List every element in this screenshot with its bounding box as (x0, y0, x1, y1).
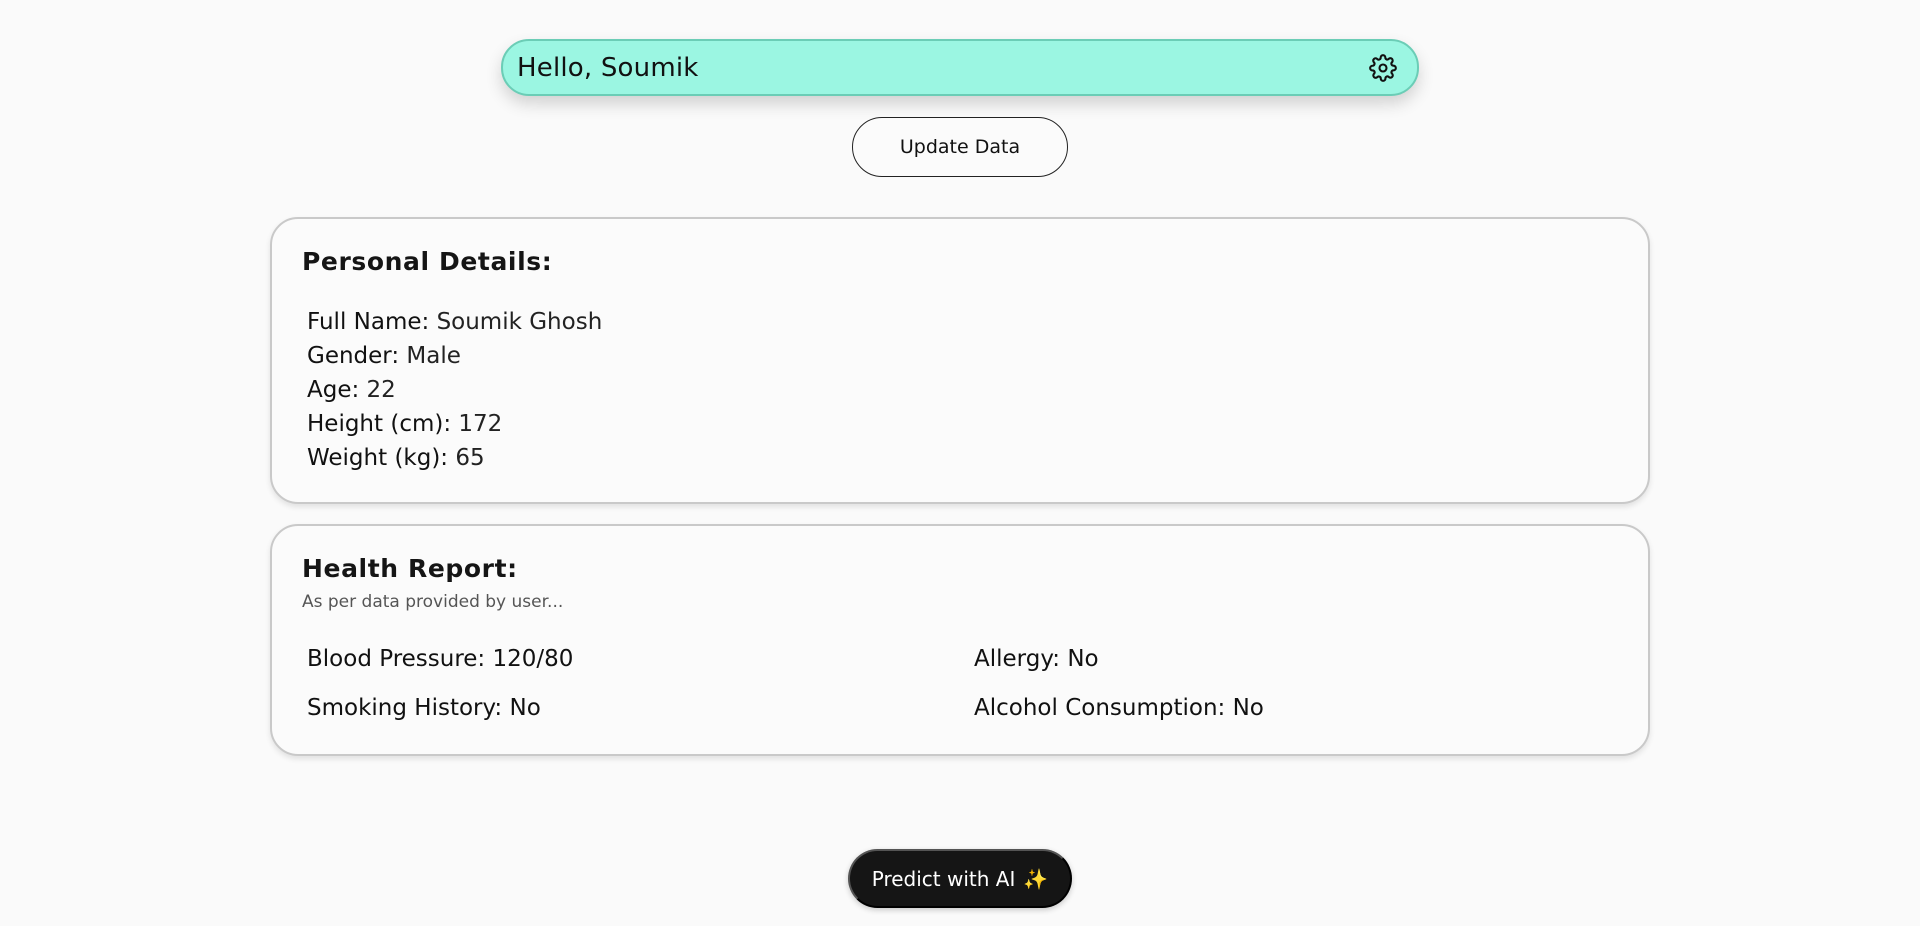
detail-label: Full Name: (307, 309, 430, 335)
health-value: No (509, 695, 541, 721)
health-report-card: Health Report: As per data provided by u… (270, 524, 1650, 756)
detail-gender: Gender: Male (307, 339, 602, 373)
detail-label: Gender: (307, 343, 400, 369)
health-value: No (1067, 646, 1099, 672)
detail-value: 22 (366, 377, 396, 403)
greeting-bar: Hello, Soumik (501, 39, 1419, 96)
page: Hello, Soumik Update Data Personal Detai… (0, 0, 1920, 926)
health-item-blood-pressure: Blood Pressure: 120/80 (307, 646, 573, 672)
detail-value: 65 (455, 445, 485, 471)
detail-full-name: Full Name: Soumik Ghosh (307, 305, 602, 339)
health-label: Allergy: (974, 646, 1061, 672)
health-value: 120/80 (492, 646, 574, 672)
health-label: Alcohol Consumption: (974, 695, 1226, 721)
detail-age: Age: 22 (307, 373, 602, 407)
personal-details-card: Personal Details: Full Name: Soumik Ghos… (270, 217, 1650, 504)
health-item-allergy: Allergy: No (974, 646, 1099, 672)
health-label: Blood Pressure: (307, 646, 486, 672)
personal-details-list: Full Name: Soumik Ghosh Gender: Male Age… (307, 305, 602, 475)
health-item-smoking-history: Smoking History: No (307, 695, 541, 721)
gear-icon[interactable] (1367, 52, 1399, 84)
health-value: No (1232, 695, 1264, 721)
detail-value: Soumik Ghosh (436, 309, 603, 335)
detail-value: Male (406, 343, 461, 369)
detail-weight: Weight (kg): 65 (307, 441, 602, 475)
predict-label: Predict with AI (871, 866, 1016, 891)
health-report-subtitle: As per data provided by user... (302, 592, 564, 612)
detail-height: Height (cm): 172 (307, 407, 602, 441)
detail-label: Weight (kg): (307, 445, 449, 471)
health-item-alcohol-consumption: Alcohol Consumption: No (974, 695, 1264, 721)
update-data-button[interactable]: Update Data (852, 117, 1068, 177)
detail-label: Height (cm): (307, 411, 452, 437)
health-label: Smoking History: (307, 695, 503, 721)
personal-details-title: Personal Details: (302, 247, 553, 276)
health-report-title: Health Report: (302, 554, 518, 583)
greeting-text: Hello, Soumik (517, 52, 699, 83)
detail-value: 172 (458, 411, 503, 437)
predict-with-ai-button[interactable]: Predict with AI ✨ (848, 849, 1072, 908)
sparkles-icon: ✨ (1023, 866, 1049, 891)
detail-label: Age: (307, 377, 360, 403)
